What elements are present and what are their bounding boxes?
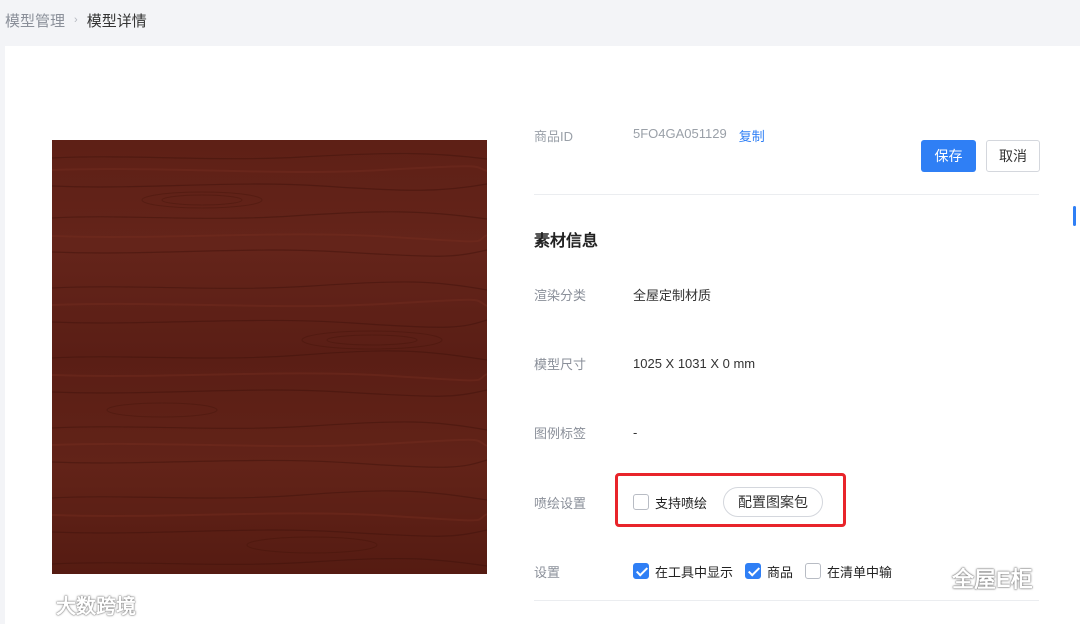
copy-id-link[interactable]: 复制 <box>739 126 765 145</box>
render-category-row: 渲染分类 全屋定制材质 <box>534 285 711 304</box>
settings-label: 设置 <box>534 564 561 580</box>
settings-row: 设置 在工具中显示 商品 在清单中输 <box>534 560 904 582</box>
show-in-tool-label: 在工具中显示 <box>655 564 734 580</box>
product-id-value: 5FO4GA051129 <box>633 126 727 141</box>
checkbox-icon[interactable] <box>805 563 822 579</box>
model-size-label: 模型尺寸 <box>534 357 587 372</box>
material-texture-preview <box>52 140 487 574</box>
scrollbar-thumb[interactable] <box>1073 206 1076 226</box>
section-title: 素材信息 <box>534 233 599 250</box>
watermark-left: 大数跨境 <box>8 590 136 619</box>
section-divider <box>534 194 1039 195</box>
render-category-value: 全屋定制材质 <box>633 288 712 303</box>
legend-tag-label: 图例标签 <box>534 426 587 441</box>
render-category-label: 渲染分类 <box>534 288 587 303</box>
watermark-right-text: 全屋E柜 <box>952 567 1033 592</box>
show-in-list-checkbox[interactable]: 在清单中输 <box>805 562 892 581</box>
save-button[interactable]: 保存 <box>921 140 976 172</box>
highlight-annotation-box <box>615 473 846 527</box>
wood-texture-image <box>52 140 487 574</box>
show-in-tool-checkbox[interactable]: 在工具中显示 <box>633 562 733 581</box>
product-id-row: 商品ID 5FO4GA051129 复制 <box>534 118 914 148</box>
breadcrumb-separator-icon: › <box>74 14 78 26</box>
product-checkbox[interactable]: 商品 <box>745 562 793 581</box>
breadcrumb-current: 模型详情 <box>86 12 147 30</box>
show-in-list-label: 在清单中输 <box>827 564 893 580</box>
checkbox-checked-icon[interactable] <box>745 563 762 579</box>
bottom-divider <box>534 600 1039 601</box>
checkbox-checked-icon[interactable] <box>633 563 649 579</box>
watermark-left-text: 大数跨境 <box>56 596 136 618</box>
model-size-row: 模型尺寸 1025 X 1031 X 0 mm <box>534 354 755 373</box>
model-size-value: 1025 X 1031 X 0 mm <box>633 356 756 371</box>
material-info-panel: 商品ID 5FO4GA051129 复制 保存 取消 素材信息 渲染分类 全屋定… <box>534 0 1044 624</box>
watermark-right: 全屋E柜 <box>918 562 1033 594</box>
brand-logo-icon <box>10 594 43 615</box>
product-id-label: 商品ID <box>534 129 574 144</box>
breadcrumb-parent-link[interactable]: 模型管理 <box>5 10 65 31</box>
legend-tag-row: 图例标签 - <box>534 423 637 442</box>
wechat-logo-icon <box>919 568 943 588</box>
legend-tag-value: - <box>633 425 638 440</box>
cancel-button[interactable]: 取消 <box>986 140 1040 172</box>
product-label: 商品 <box>767 564 794 580</box>
